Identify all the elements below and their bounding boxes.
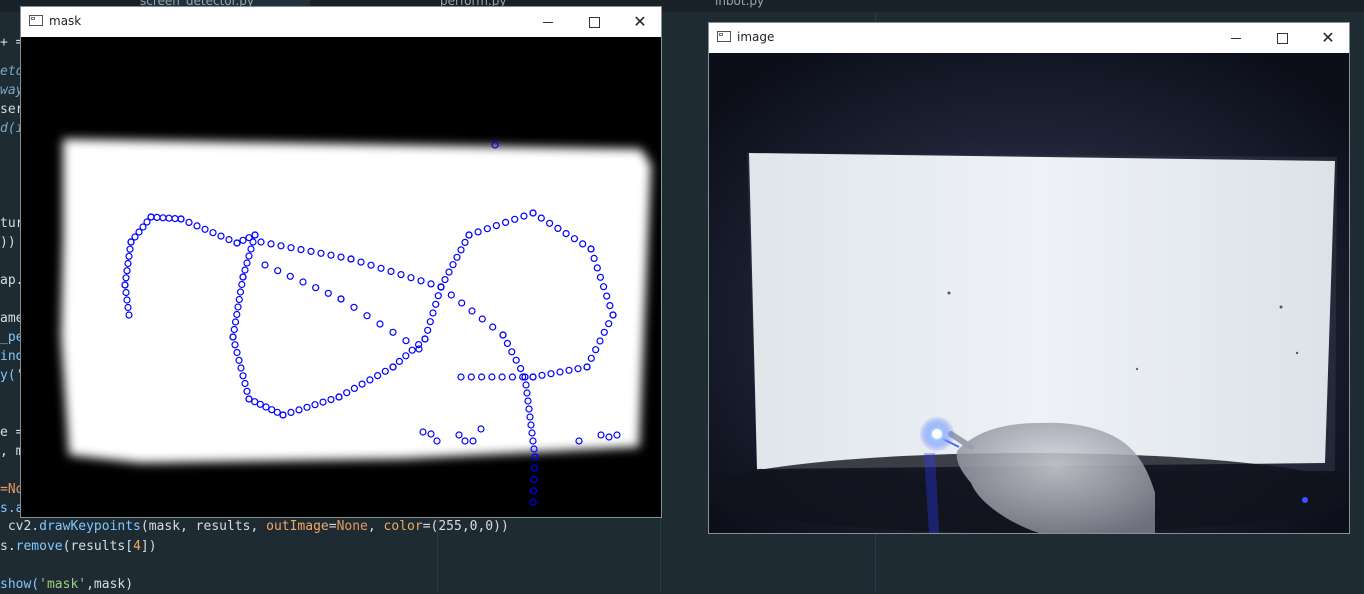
minimize-icon[interactable]	[525, 7, 571, 37]
tab-label: inbot.py	[715, 0, 765, 8]
window-title: image	[737, 30, 775, 44]
code-line-show: show('mask',mask)	[0, 576, 133, 594]
close-icon[interactable]: ✕	[617, 7, 663, 37]
code-token: color	[383, 519, 423, 534]
monitor-screen	[749, 153, 1335, 469]
led-indicator	[1302, 497, 1308, 503]
code-token: remove	[15, 539, 63, 554]
minimize-icon[interactable]	[1213, 23, 1259, 53]
window-app-icon	[717, 31, 731, 42]
code-token: (mask, results,	[140, 519, 267, 534]
image-window-titlebar[interactable]: image ✕	[709, 23, 1349, 53]
maximize-icon[interactable]	[1259, 23, 1305, 53]
camera-canvas	[709, 53, 1349, 533]
code-token: show(	[0, 577, 40, 592]
screen-speck	[1295, 351, 1299, 355]
code-token: ])	[140, 539, 157, 554]
code-token: s.	[0, 539, 16, 554]
code-token: (results[	[62, 539, 134, 554]
mask-screen-region	[61, 139, 651, 463]
code-token: drawKeypoints	[39, 519, 141, 534]
code-token: outImage	[266, 519, 329, 534]
code-token: cv2.	[0, 519, 40, 534]
screen-speck	[1279, 305, 1283, 309]
code-token: 'mask'	[39, 577, 87, 592]
tab-inbot[interactable]: inbot.py	[715, 0, 835, 12]
mask-canvas	[21, 37, 661, 517]
code-token: 4	[133, 539, 141, 554]
image-window[interactable]: image ✕	[708, 22, 1350, 534]
code-line-draw-keypoints: cv2.drawKeypoints(mask, results, outImag…	[0, 519, 509, 534]
code-token: ,mask)	[86, 577, 134, 592]
screen-speck	[1135, 367, 1139, 371]
code-token: None	[336, 519, 368, 534]
window-app-icon	[29, 15, 43, 26]
mask-window-titlebar[interactable]: mask ✕	[21, 7, 661, 37]
screen-speck	[947, 291, 951, 295]
code-fragment: ))	[0, 235, 16, 250]
close-icon[interactable]: ✕	[1305, 23, 1351, 53]
maximize-icon[interactable]	[571, 7, 617, 37]
mask-window[interactable]: mask ✕	[20, 6, 662, 518]
code-line-remove: s.remove(results[4])	[0, 538, 157, 556]
code-token: (255,0,0))	[430, 519, 509, 534]
window-title: mask	[49, 14, 82, 28]
led-point	[932, 429, 942, 439]
